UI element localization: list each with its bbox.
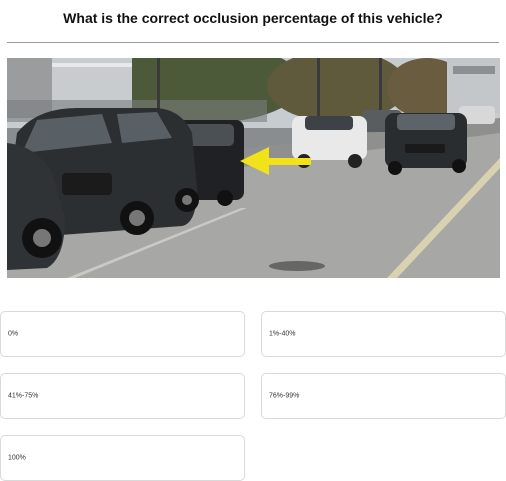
option-1-40-percent[interactable]: 1%-40% bbox=[261, 311, 506, 357]
option-label: 76%-99% bbox=[269, 392, 300, 400]
question-title: What is the correct occlusion percentage… bbox=[63, 10, 443, 26]
option-100-percent[interactable]: 100% bbox=[0, 435, 245, 481]
option-41-75-percent[interactable]: 41%-75% bbox=[0, 373, 245, 419]
option-label: 100% bbox=[8, 454, 26, 462]
option-76-99-percent[interactable]: 76%-99% bbox=[261, 373, 506, 419]
option-label: 0% bbox=[8, 330, 19, 338]
option-0-percent[interactable]: 0% bbox=[0, 311, 245, 357]
option-label: 41%-75% bbox=[8, 392, 39, 400]
street-photo bbox=[7, 58, 500, 278]
divider bbox=[7, 42, 499, 43]
option-label: 1%-40% bbox=[269, 330, 296, 338]
